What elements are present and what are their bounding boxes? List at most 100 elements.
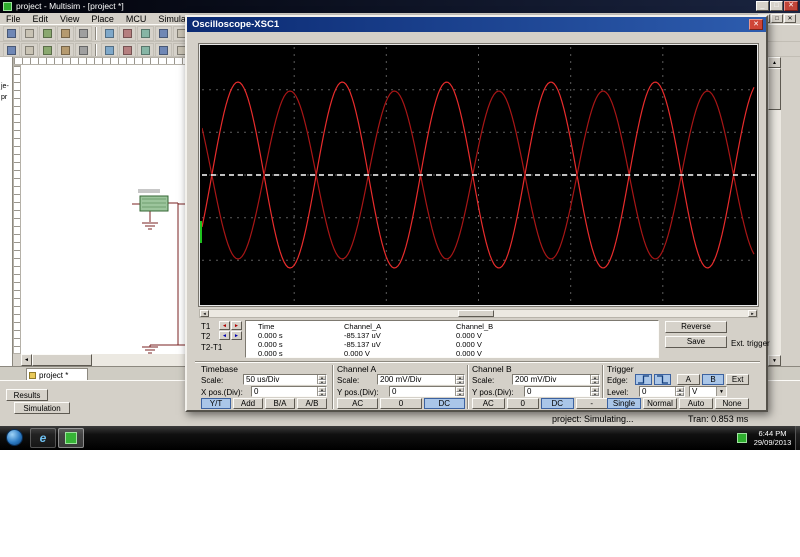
tab-simulation[interactable]: Simulation xyxy=(14,402,70,414)
indicator-group-icon[interactable] xyxy=(155,43,172,56)
channel-a-scale-field[interactable]: 200 mV/Div ▲ ▼ xyxy=(377,374,465,385)
app-title-bar[interactable]: project - Multisim - [project *] _ □ ✕ xyxy=(0,0,800,13)
spinner[interactable]: ▲ ▼ xyxy=(675,387,684,396)
scope-title-bar[interactable]: Oscilloscope-XSC1 ✕ xyxy=(187,17,766,32)
trigger-mode-auto-button[interactable]: Auto xyxy=(679,398,713,409)
design-toolbox-panel[interactable]: je- pr xyxy=(0,57,13,366)
timebase-scale-field[interactable]: 50 us/Div ▲ ▼ xyxy=(243,374,327,385)
undo-icon[interactable] xyxy=(155,26,172,41)
scrollbar-thumb[interactable] xyxy=(32,354,92,366)
spin-down-icon[interactable]: ▼ xyxy=(318,379,326,384)
spin-down-icon[interactable]: ▼ xyxy=(591,379,599,384)
trigger-source-a-button[interactable]: A xyxy=(677,374,700,385)
save-icon[interactable] xyxy=(39,26,56,41)
basic-group-icon[interactable] xyxy=(21,43,38,56)
transistor-group-icon[interactable] xyxy=(57,43,74,56)
menu-view[interactable]: View xyxy=(54,13,85,25)
channel-b--button[interactable]: - xyxy=(575,398,608,409)
mdi-close-button[interactable]: ✕ xyxy=(784,14,796,23)
trigger-mode-single-button[interactable]: Single xyxy=(607,398,641,409)
start-button[interactable] xyxy=(6,429,23,446)
ttl-group-icon[interactable] xyxy=(101,43,118,56)
spin-down-icon[interactable]: ▼ xyxy=(591,391,599,396)
scope-scroll-left-button[interactable]: ◄ xyxy=(200,310,209,317)
trigger-source-ext-button[interactable]: Ext xyxy=(726,374,750,385)
scope-scrollbar[interactable]: ◄ ► xyxy=(199,309,758,318)
trigger-edge-rising-button[interactable] xyxy=(635,374,652,385)
spinner[interactable]: ▲ ▼ xyxy=(455,387,464,396)
save-button[interactable]: Save xyxy=(665,336,727,348)
spinner[interactable]: ▲ ▼ xyxy=(317,375,326,384)
taskbar-clock[interactable]: 6:44 PM 29/09/2013 xyxy=(750,429,795,447)
paste-icon[interactable] xyxy=(137,26,154,41)
cut-icon[interactable] xyxy=(101,26,118,41)
show-desktop-button[interactable] xyxy=(795,426,800,450)
channel-b-0-button[interactable]: 0 xyxy=(506,398,539,409)
scrollbar-thumb[interactable] xyxy=(768,68,781,110)
taskbar-app-button[interactable]: e xyxy=(30,428,56,448)
channel-b-dc-button[interactable]: DC xyxy=(541,398,574,409)
cursor-t1-right-button[interactable]: ► xyxy=(231,321,242,330)
channel-b-ypos-field[interactable]: 0 ▲ ▼ xyxy=(524,386,600,397)
scroll-up-button[interactable]: ▲ xyxy=(768,57,781,68)
timebase-ba-button[interactable]: B/A xyxy=(265,398,295,409)
channel-a-ypos-field[interactable]: 0 ▲ ▼ xyxy=(389,386,465,397)
menu-file[interactable]: File xyxy=(0,13,27,25)
scroll-down-button[interactable]: ▼ xyxy=(768,355,781,366)
spin-down-icon[interactable]: ▼ xyxy=(676,391,684,396)
app-close-button[interactable]: ✕ xyxy=(784,1,798,11)
timebase-add-button[interactable]: Add xyxy=(233,398,263,409)
scope-close-button[interactable]: ✕ xyxy=(749,19,763,30)
print-preview-icon[interactable] xyxy=(75,26,92,41)
scope-scrollbar-thumb[interactable] xyxy=(458,310,494,317)
menu-mcu[interactable]: MCU xyxy=(120,13,153,25)
scroll-left-button[interactable]: ◄ xyxy=(21,354,32,366)
trigger-source-b-button[interactable]: B xyxy=(701,374,725,385)
reverse-button[interactable]: Reverse xyxy=(665,321,727,333)
trigger-unit-dropdown[interactable]: V ▼ xyxy=(689,386,727,397)
tray-multisim-icon[interactable] xyxy=(737,433,747,443)
app-maximize-button[interactable]: □ xyxy=(770,1,783,11)
spin-down-icon[interactable]: ▼ xyxy=(318,391,326,396)
cursor-t2-right-button[interactable]: ► xyxy=(231,331,242,340)
channel-b-ac-button[interactable]: AC xyxy=(472,398,505,409)
timebase-ab-button[interactable]: A/B xyxy=(297,398,327,409)
misc-group-icon[interactable] xyxy=(137,43,154,56)
trigger-edge-falling-button[interactable] xyxy=(654,374,671,385)
tab-results[interactable]: Results xyxy=(6,389,48,401)
spin-down-icon[interactable]: ▼ xyxy=(456,379,464,384)
spinner[interactable]: ▲ ▼ xyxy=(590,387,599,396)
trigger-mode-none-button[interactable]: None xyxy=(715,398,749,409)
spinner[interactable]: ▲ ▼ xyxy=(590,375,599,384)
menu-edit[interactable]: Edit xyxy=(27,13,55,25)
app-minimize-button[interactable]: _ xyxy=(756,1,769,11)
channel-a-0-button[interactable]: 0 xyxy=(380,398,422,409)
diode-group-icon[interactable] xyxy=(39,43,56,56)
channel-marker-green[interactable] xyxy=(200,221,202,243)
copy-icon[interactable] xyxy=(119,26,136,41)
analog-group-icon[interactable] xyxy=(75,43,92,56)
menu-place[interactable]: Place xyxy=(85,13,120,25)
taskbar-multisim-button[interactable] xyxy=(58,428,84,448)
timebase-yt-button[interactable]: Y/T xyxy=(201,398,231,409)
cmos-group-icon[interactable] xyxy=(119,43,136,56)
cursor-t1-left-button[interactable]: ◄ xyxy=(219,321,230,330)
mdi-restore-button[interactable]: □ xyxy=(771,14,783,23)
channel-a-ac-button[interactable]: AC xyxy=(337,398,379,409)
open-file-icon[interactable] xyxy=(21,26,38,41)
scope-display xyxy=(199,44,758,306)
new-file-icon[interactable] xyxy=(3,26,20,41)
scope-scroll-right-button[interactable]: ► xyxy=(748,310,757,317)
trigger-mode-normal-button[interactable]: Normal xyxy=(643,398,677,409)
channel-a-dc-button[interactable]: DC xyxy=(423,398,465,409)
trigger-level-field[interactable]: 0 ▲ ▼ xyxy=(639,386,685,397)
timebase-xpos-field[interactable]: 0 ▲ ▼ xyxy=(251,386,327,397)
spinner[interactable]: ▲ ▼ xyxy=(317,387,326,396)
cursor-t2-left-button[interactable]: ◄ xyxy=(219,331,230,340)
spin-down-icon[interactable]: ▼ xyxy=(456,391,464,396)
vertical-scrollbar[interactable]: ▲ ▼ xyxy=(768,57,781,366)
source-group-icon[interactable] xyxy=(3,43,20,56)
spinner[interactable]: ▲ ▼ xyxy=(455,375,464,384)
print-icon[interactable] xyxy=(57,26,74,41)
channel-b-scale-field[interactable]: 200 mV/Div ▲ ▼ xyxy=(512,374,600,385)
